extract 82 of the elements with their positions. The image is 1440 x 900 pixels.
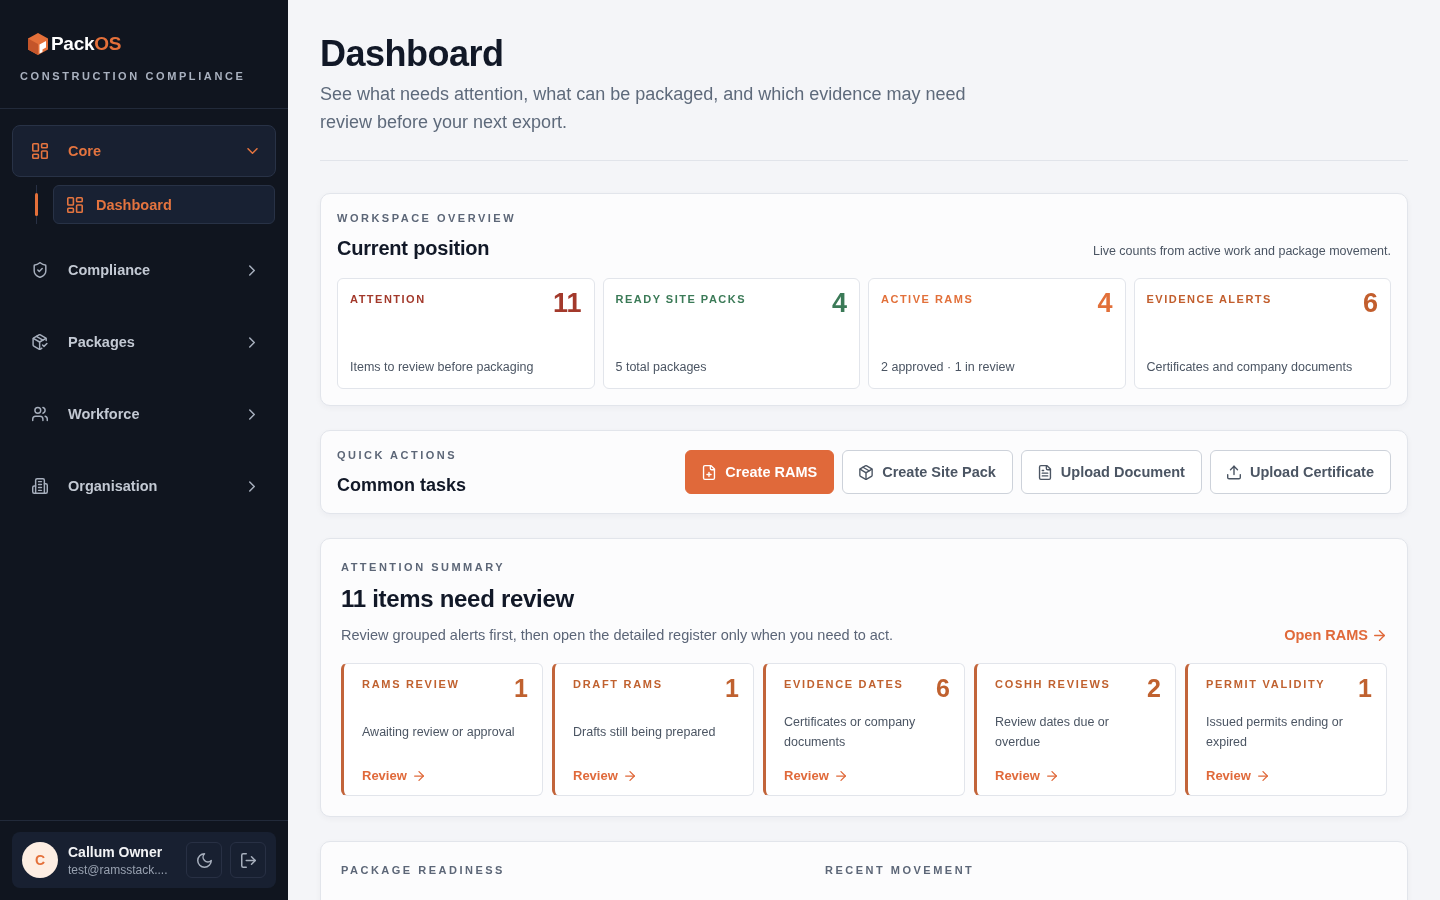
alert-count: 6 bbox=[936, 673, 950, 703]
stat-label: READY SITE PACKS bbox=[615, 292, 747, 307]
section-eyebrow: RECENT MOVEMENT bbox=[825, 863, 976, 878]
stat-value: 6 bbox=[1362, 287, 1378, 319]
alert-count: 1 bbox=[1358, 673, 1372, 703]
section-eyebrow: ATTENTION SUMMARY bbox=[341, 560, 507, 575]
upload-icon bbox=[1226, 464, 1241, 480]
nav-item[interactable]: Organisation bbox=[12, 460, 276, 512]
arrow-right-icon bbox=[1046, 771, 1057, 781]
nav-subitem[interactable]: Dashboard bbox=[53, 185, 275, 224]
grid-icon bbox=[67, 196, 83, 213]
building-icon bbox=[32, 478, 48, 494]
alert-label: EVIDENCE DATES bbox=[784, 677, 904, 692]
alert-label: DRAFT RAMS bbox=[573, 677, 663, 692]
stat-label: ATTENTION bbox=[350, 292, 426, 307]
nav-item[interactable]: Compliance bbox=[12, 244, 276, 296]
alert-count: 2 bbox=[1147, 673, 1161, 703]
logo-icon bbox=[28, 33, 48, 55]
nav-item[interactable]: Core bbox=[12, 125, 276, 177]
alert-description: Issued permits ending or expired bbox=[1206, 714, 1344, 751]
brand-name: PackOS bbox=[51, 33, 122, 55]
alert-description: Certificates or company documents bbox=[784, 714, 917, 751]
stat-description: Items to review before packaging bbox=[350, 359, 535, 376]
theme-toggle-button[interactable] bbox=[186, 842, 222, 878]
stat-description: Certificates and company documents bbox=[1146, 359, 1354, 376]
users-icon bbox=[32, 406, 48, 422]
alert-count: 1 bbox=[514, 673, 528, 703]
arrow-right-icon bbox=[624, 771, 635, 781]
section-title: Current position bbox=[337, 236, 490, 261]
section-title: Common tasks bbox=[337, 474, 467, 497]
section-title: 11 items need review bbox=[341, 584, 575, 614]
alert-description: Awaiting review or approval bbox=[362, 724, 515, 741]
nav-item[interactable]: Workforce bbox=[12, 388, 276, 440]
alert-description: Drafts still being prepared bbox=[573, 724, 716, 741]
stat-value: 4 bbox=[831, 287, 847, 319]
document-icon bbox=[1037, 464, 1052, 480]
stat-description: 2 approved · 1 in review bbox=[881, 359, 1016, 376]
review-link[interactable]: Review bbox=[573, 767, 635, 785]
quick-action-button[interactable]: Create RAMS bbox=[685, 450, 835, 494]
section-description: Review grouped alerts first, then open the detailed register only when you need to act. bbox=[341, 626, 894, 645]
alert-label: RAMS REVIEW bbox=[362, 677, 460, 692]
package-check-icon bbox=[32, 334, 48, 350]
quick-action-button[interactable]: Upload Certificate bbox=[1209, 450, 1391, 494]
user-name: Callum Owner bbox=[68, 842, 164, 861]
shield-check-icon bbox=[32, 262, 48, 278]
logout-button[interactable] bbox=[230, 842, 266, 878]
page-title: Dashboard bbox=[320, 32, 505, 76]
arrow-right-icon bbox=[1257, 771, 1268, 781]
overview-note: Live counts from active work and package movement. bbox=[1092, 244, 1391, 258]
user-avatar: C bbox=[22, 842, 58, 878]
alert-label: COSHH REVIEWS bbox=[995, 677, 1111, 692]
section-eyebrow: PACKAGE READINESS bbox=[341, 863, 506, 878]
alert-count: 1 bbox=[725, 673, 739, 703]
review-link[interactable]: Review bbox=[995, 767, 1057, 785]
moon-icon bbox=[196, 852, 212, 868]
page-subtitle: See what needs attention, what can be packaged, and which evidence may need review before your next export. bbox=[320, 83, 967, 134]
active-indicator bbox=[35, 193, 38, 216]
user-email: test@ramsstack.... bbox=[68, 861, 169, 878]
quick-action-button[interactable]: Create Site Pack bbox=[842, 450, 1013, 494]
quick-action-button[interactable]: Upload Document bbox=[1020, 450, 1202, 494]
alert-label: PERMIT VALIDITY bbox=[1206, 677, 1326, 692]
stat-description: 5 total packages bbox=[615, 359, 708, 376]
box-icon bbox=[859, 464, 874, 480]
section-eyebrow: WORKSPACE OVERVIEW bbox=[337, 211, 518, 226]
tagline: CONSTRUCTION COMPLIANCE bbox=[20, 69, 247, 84]
alert-description: Review dates due or overdue bbox=[995, 714, 1110, 751]
stat-value: 4 bbox=[1097, 287, 1113, 319]
open-rams-link[interactable]: Open RAMS bbox=[1284, 627, 1385, 643]
review-link[interactable]: Review bbox=[1206, 767, 1268, 785]
section-eyebrow: QUICK ACTIONS bbox=[337, 448, 459, 463]
grid-icon bbox=[32, 143, 48, 159]
nav-item[interactable]: Packages bbox=[12, 316, 276, 368]
review-link[interactable]: Review bbox=[784, 767, 846, 785]
arrow-right-icon bbox=[413, 771, 424, 781]
arrow-right-icon bbox=[835, 771, 846, 781]
arrow-right-icon bbox=[1374, 629, 1385, 641]
stat-label: EVIDENCE ALERTS bbox=[1146, 292, 1272, 307]
logout-icon bbox=[240, 852, 256, 868]
review-link[interactable]: Review bbox=[362, 767, 424, 785]
stat-label: ACTIVE RAMS bbox=[881, 292, 974, 307]
file-plus-icon bbox=[702, 464, 717, 480]
stat-value: 11 bbox=[552, 287, 582, 319]
